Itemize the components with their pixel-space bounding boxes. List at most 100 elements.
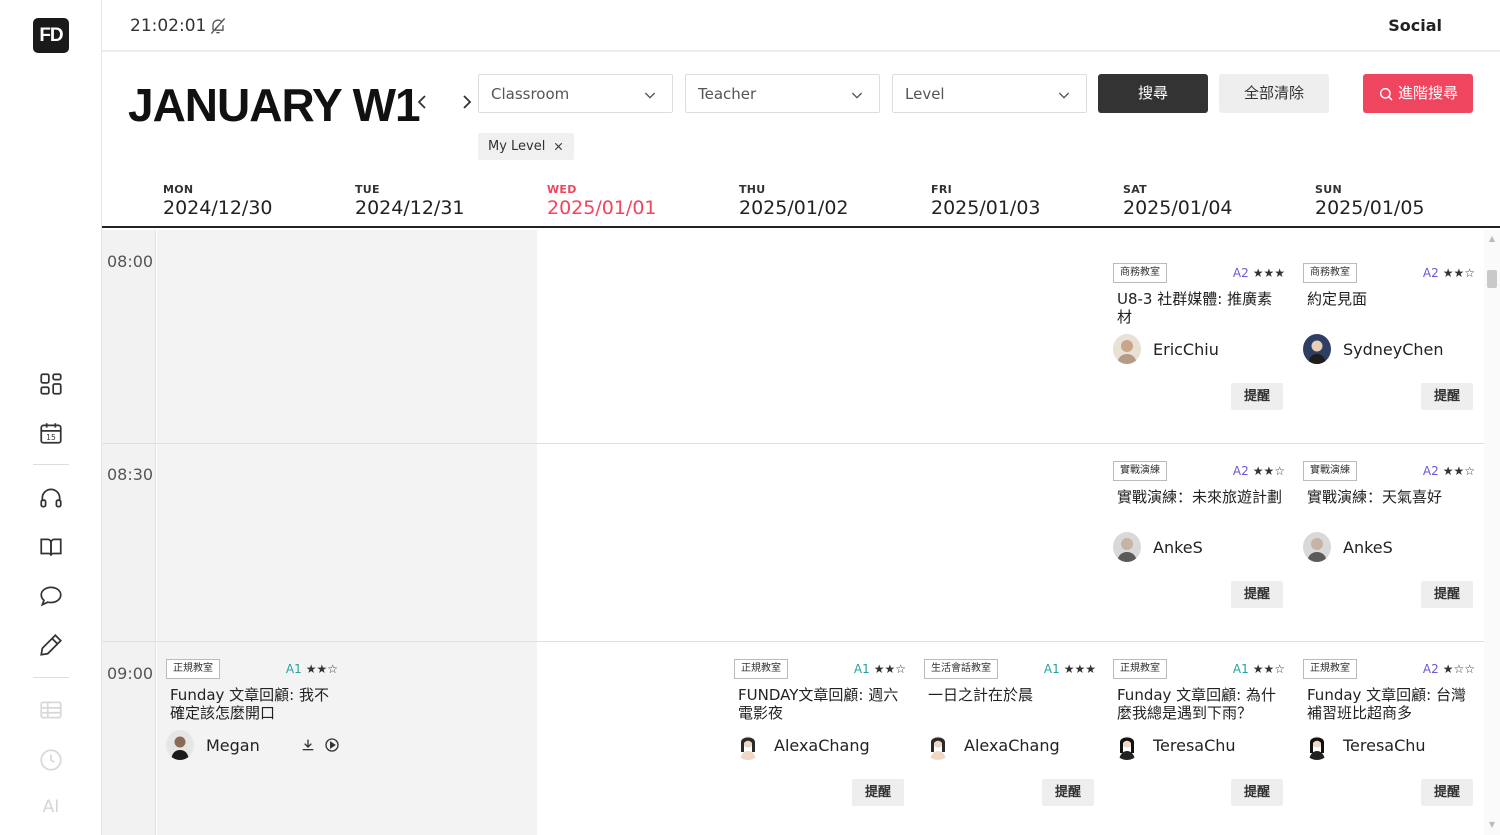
teacher-info[interactable]: AlexaChang	[734, 729, 870, 761]
day-header-sat: SAT 2025/01/04	[1123, 183, 1233, 219]
level-badge: A1 ★★☆	[1233, 662, 1285, 676]
level-stars: ★★☆	[873, 662, 906, 676]
header-divider	[102, 226, 1500, 228]
level-select[interactable]: Level	[892, 74, 1087, 113]
download-icon[interactable]	[300, 737, 316, 753]
classroom-tag: 生活會話教室	[924, 659, 998, 679]
day-header-wed: WED 2025/01/01	[547, 183, 657, 219]
teacher-info[interactable]: Megan	[166, 729, 340, 761]
avatar	[1303, 334, 1331, 364]
recording-tools	[300, 737, 340, 753]
close-icon[interactable]	[553, 141, 564, 152]
book-icon[interactable]	[36, 532, 66, 562]
class-card[interactable]: 正規教室 A2 ★☆☆ Funday 文章回顧: 台灣補習班比超商多 Teresa…	[1303, 659, 1483, 835]
level-badge: A1 ★★☆	[854, 662, 906, 676]
search-button[interactable]: 搜尋	[1098, 74, 1208, 113]
calendar-icon[interactable]: 15	[36, 418, 66, 448]
teacher-select[interactable]: Teacher	[685, 74, 880, 113]
level-badge: A1 ★★☆	[286, 662, 338, 676]
level-code: A1	[853, 662, 870, 676]
remind-button[interactable]: 提醒	[1421, 581, 1473, 608]
chevron-down-icon	[644, 92, 656, 99]
avatar	[924, 730, 952, 760]
advanced-search-button[interactable]: 進階搜尋	[1363, 74, 1473, 113]
prev-week-icon[interactable]	[411, 90, 435, 114]
day-name: SUN	[1315, 183, 1342, 196]
teacher-info[interactable]: AnkeS	[1113, 531, 1203, 563]
class-card[interactable]: 實戰演練 A2 ★★☆ 實戰演練：天氣喜好 AnkeS 提醒	[1303, 461, 1483, 651]
classroom-tag: 商務教室	[1113, 263, 1167, 283]
class-title: Funday 文章回顧: 台灣補習班比超商多	[1307, 686, 1467, 722]
class-card[interactable]: 正規教室 A1 ★★☆ Funday 文章回顧: 我不確定該怎麼開口 Megan	[166, 659, 346, 835]
level-code: A2	[1422, 464, 1439, 478]
day-header-thu: THU 2025/01/02	[739, 183, 849, 219]
day-date: 2024/12/30	[163, 197, 273, 219]
scroll-down-icon[interactable]: ▼	[1487, 820, 1497, 830]
social-link[interactable]: Social	[1388, 16, 1442, 35]
class-card[interactable]: 商務教室 A2 ★★★ U8-3 社群媒體: 推廣素材 EricChiu 提醒	[1113, 263, 1293, 453]
remind-button[interactable]: 提醒	[852, 779, 904, 806]
clear-all-button[interactable]: 全部清除	[1219, 74, 1329, 113]
class-card[interactable]: 商務教室 A2 ★★☆ 約定見面 SydneyChen 提醒	[1303, 263, 1483, 453]
avatar	[1303, 532, 1331, 562]
scroll-up-icon[interactable]: ▲	[1487, 234, 1497, 244]
teacher-name: AlexaChang	[964, 735, 1060, 755]
avatar	[1303, 730, 1331, 760]
teacher-info[interactable]: AnkeS	[1303, 531, 1393, 563]
day-name: WED	[547, 183, 577, 196]
class-card[interactable]: 正規教室 A1 ★★☆ Funday 文章回顧: 為什麼我總是遇到下雨？ Tere…	[1113, 659, 1293, 835]
advanced-search-label: 進階搜尋	[1397, 84, 1458, 102]
pencil-icon[interactable]	[36, 630, 66, 660]
teacher-info[interactable]: EricChiu	[1113, 333, 1219, 365]
classroom-tag: 正規教室	[734, 659, 788, 679]
class-card[interactable]: 正規教室 A1 ★★☆ FUNDAY文章回顧: 週六電影夜 AlexaChang …	[734, 659, 914, 835]
dashboard-icon[interactable]	[36, 369, 66, 399]
avatar	[1113, 532, 1141, 562]
day-date: 2025/01/04	[1123, 197, 1233, 219]
week-title: JANUARY W1	[128, 79, 421, 131]
classroom-select[interactable]: Classroom	[478, 74, 673, 113]
teacher-info[interactable]: AlexaChang	[924, 729, 1060, 761]
logo[interactable]: FD	[33, 18, 69, 53]
remind-button[interactable]: 提醒	[1231, 581, 1283, 608]
remind-button[interactable]: 提醒	[1231, 383, 1283, 410]
bell-off-icon[interactable]	[208, 16, 228, 36]
teacher-name: SydneyChen	[1343, 339, 1444, 359]
day-date: 2025/01/05	[1315, 197, 1425, 219]
clock-icon[interactable]	[36, 745, 66, 775]
level-code: A2	[1232, 464, 1249, 478]
top-bar: 21:02:01 Social	[102, 0, 1500, 52]
clock-time: 21:02:01	[130, 16, 207, 36]
class-title: 約定見面	[1307, 290, 1368, 308]
ai-nav-item[interactable]: AI	[36, 797, 66, 817]
play-icon[interactable]	[324, 737, 340, 753]
chat-icon[interactable]	[36, 581, 66, 611]
class-card[interactable]: 生活會話教室 A1 ★★★ 一日之計在於晨 AlexaChang 提醒	[924, 659, 1104, 835]
next-week-icon[interactable]	[454, 90, 478, 114]
level-badge: A2 ★★★	[1233, 266, 1285, 280]
teacher-name: EricChiu	[1153, 339, 1219, 359]
teacher-info[interactable]: SydneyChen	[1303, 333, 1444, 365]
sidebar-divider	[33, 677, 69, 678]
headphones-icon[interactable]	[36, 483, 66, 513]
vertical-scrollbar[interactable]: ▲ ▼	[1484, 230, 1500, 835]
scrollbar-thumb[interactable]	[1487, 270, 1497, 288]
teacher-info[interactable]: TeresaChu	[1113, 729, 1236, 761]
class-card[interactable]: 實戰演練 A2 ★★☆ 實戰演練：未來旅遊計劃 AnkeS 提醒	[1113, 461, 1293, 651]
classroom-tag: 正規教室	[1113, 659, 1167, 679]
level-stars: ★★☆	[1442, 266, 1475, 280]
filter-chip-my-level[interactable]: My Level	[478, 133, 575, 160]
remind-button[interactable]: 提醒	[1042, 779, 1094, 806]
table-icon[interactable]	[36, 695, 66, 725]
remind-button[interactable]: 提醒	[1421, 383, 1473, 410]
class-title: Funday 文章回顧: 我不確定該怎麼開口	[170, 686, 330, 722]
remind-button[interactable]: 提醒	[1231, 779, 1283, 806]
sidebar-divider	[33, 464, 69, 465]
day-name: MON	[163, 183, 194, 196]
day-date: 2025/01/03	[931, 197, 1041, 219]
level-stars: ★★☆	[1252, 662, 1285, 676]
class-title: 一日之計在於晨	[928, 686, 1034, 704]
teacher-info[interactable]: TeresaChu	[1303, 729, 1426, 761]
classroom-placeholder: Classroom	[491, 85, 570, 103]
remind-button[interactable]: 提醒	[1421, 779, 1473, 806]
